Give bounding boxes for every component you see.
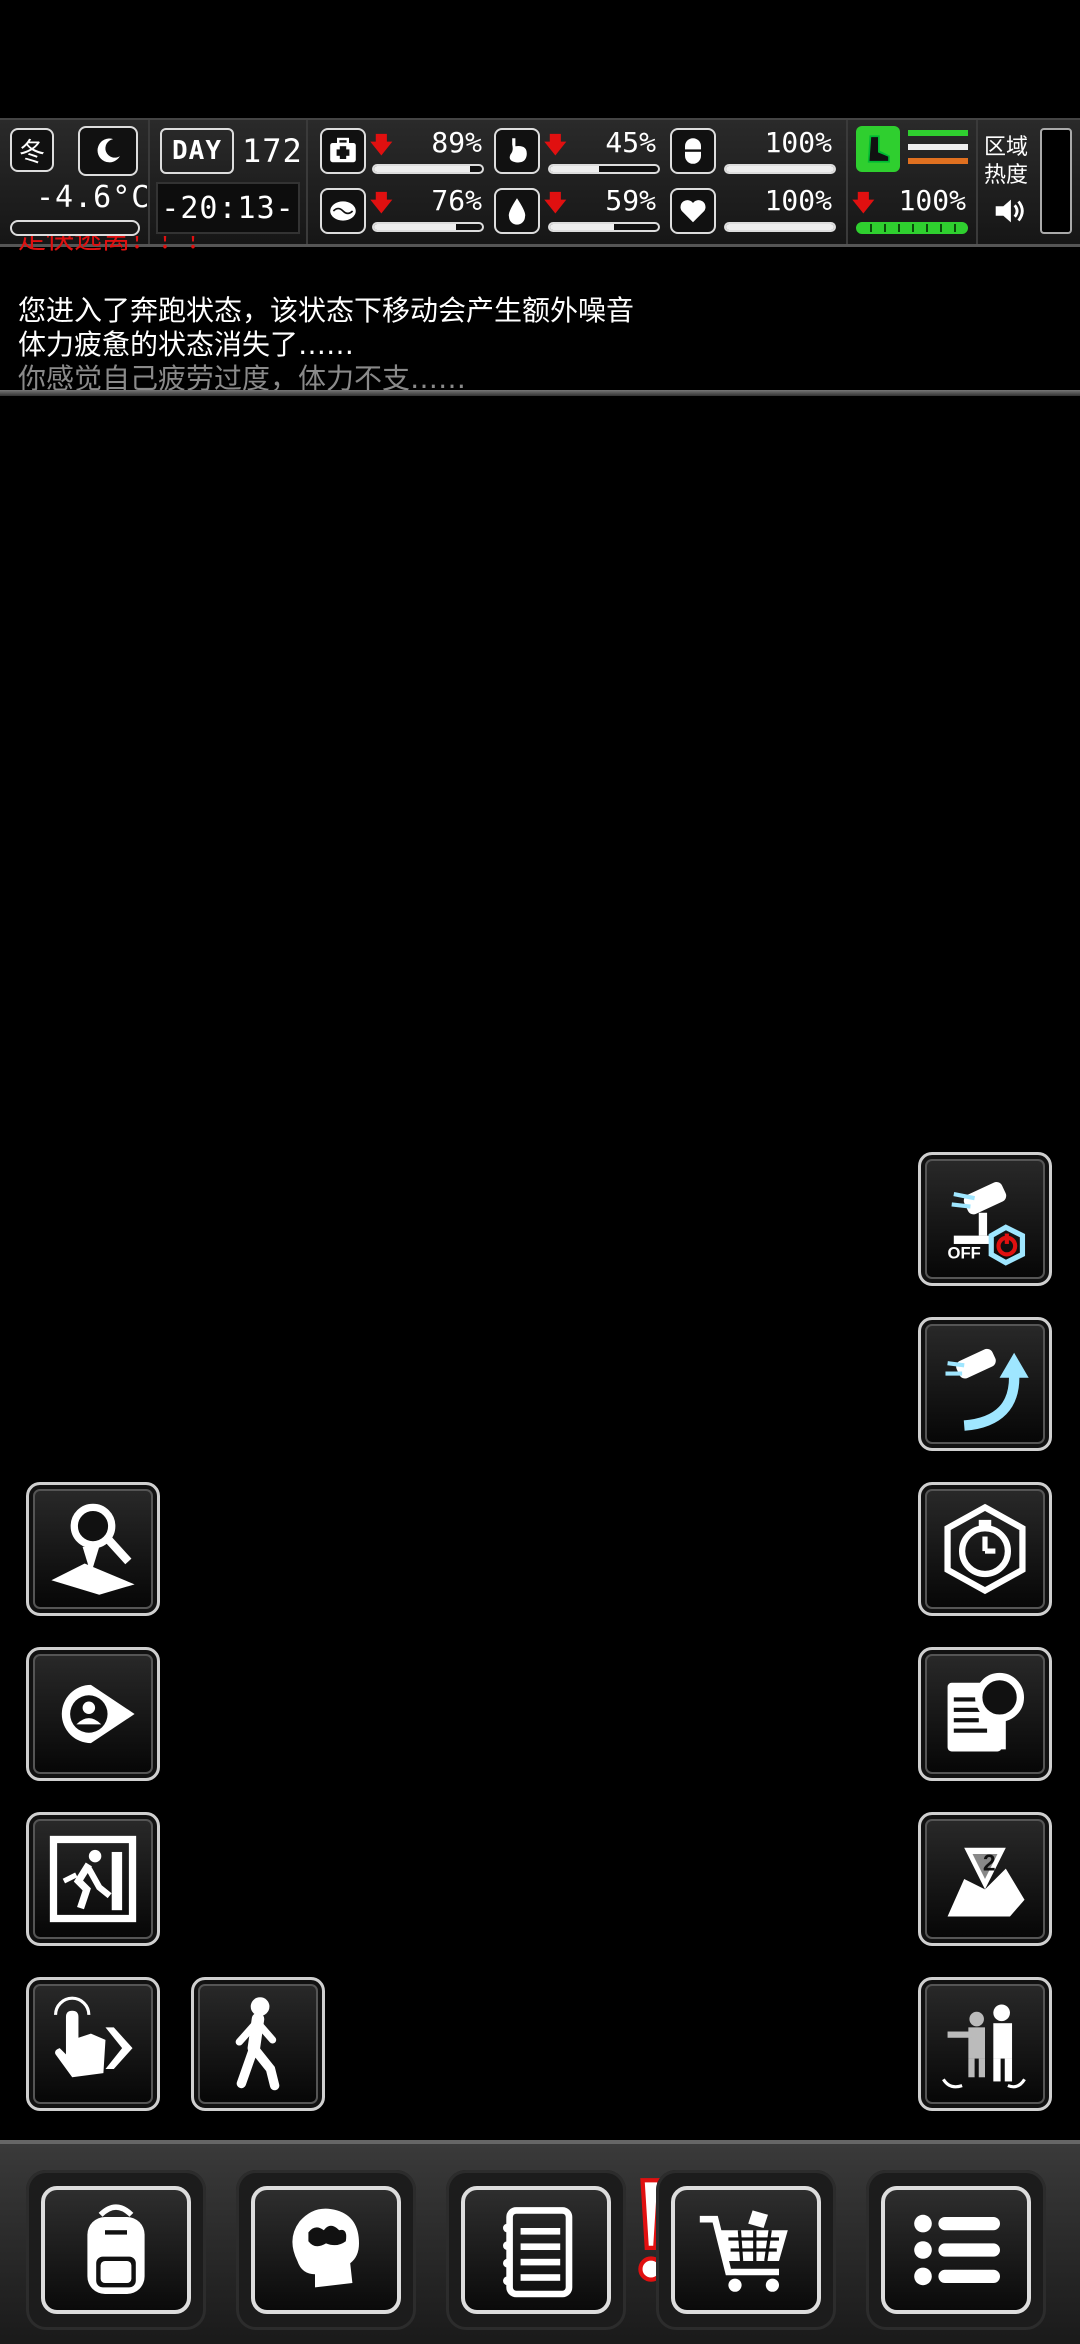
boot-icon [856,126,900,172]
temperature-readout: -4.6°C [36,180,151,215]
tab-skills[interactable] [236,2170,416,2330]
search-report-button[interactable] [918,1647,1052,1781]
notebook-icon [503,2207,573,2298]
charge-attack-button[interactable] [918,1317,1052,1451]
brain-status-icon [320,188,366,234]
attack-off-button[interactable]: OFF [918,1152,1052,1286]
pill-icon [670,128,716,174]
cart-icon [699,2210,788,2292]
day-badge: DAY [160,128,234,174]
stomach-icon [494,128,540,174]
sanity-bar [372,222,484,232]
hunger-value: 45% [605,126,656,159]
walk-icon [235,1997,280,2091]
status-hud: 冬 -4.6°C DAY 172 -20:13- 🡇 89% 🡇 76% 🡇 4… [0,118,1080,247]
health-value: 89% [431,126,482,159]
menu-icon [914,2214,1000,2286]
first-aid-icon [320,128,366,174]
health-bar [372,164,484,174]
locate-person-icon [61,1684,135,1744]
speaker-icon[interactable] [990,192,1028,234]
exit-icon [49,1835,137,1923]
day-number: 172 [242,132,303,170]
ally-swap-button[interactable] [918,1977,1052,2111]
backpack-icon [87,2204,145,2294]
timer-icon [944,1503,1026,1595]
time-readout: -20:13- [161,190,295,226]
journal-alert-icon [596,2176,664,2282]
water-drop-icon [494,188,540,234]
map-level-button[interactable]: 2 [918,1812,1052,1946]
message-log: 走快逃离！！！ 您进入了奔跑状态，该状态下移动会产生额外噪音 体力疲惫的状态消失… [18,236,1058,396]
attack-off-icon: OFF [948,1182,1026,1266]
hunger-bar [548,164,660,174]
stamina-stripes [908,130,968,164]
log-divider [0,390,1080,396]
search-area-button[interactable] [26,1482,160,1616]
search-area-icon [51,1503,135,1595]
thirst-value: 59% [605,184,656,217]
stamina-value: 100% [898,184,966,217]
svg-text:OFF: OFF [948,1244,981,1263]
heart-icon [670,188,716,234]
season-icon: 冬 [10,128,54,172]
log-line: 您进入了奔跑状态，该状态下移动会产生额外噪音 [18,294,635,327]
sanity-value: 76% [431,184,482,217]
zone-heat-meter [1040,128,1072,234]
walk-button[interactable] [191,1977,325,2111]
tap-next-icon [54,1996,133,2078]
zone-heat-label: 区域热度 [984,135,1029,188]
heart-value: 100% [764,184,832,217]
stamina-bar [856,222,968,234]
log-line: 体力疲惫的状态消失了…… [18,328,355,361]
exit-button[interactable] [26,1812,160,1946]
bottom-nav [0,2140,1080,2344]
moon-icon [78,126,138,176]
brain-icon [292,2208,359,2288]
heart-bar [724,222,836,232]
tap-next-button[interactable] [26,1977,160,2111]
time-box: -20:13- [156,182,300,234]
ally-swap-icon [942,2004,1026,2089]
tab-backpack[interactable] [26,2170,206,2330]
pill-bar [724,164,836,174]
charge-attack-icon [945,1348,1029,1431]
thermometer-bar [10,220,140,236]
season-label: 冬 [18,137,45,168]
svg-text:2: 2 [983,1850,996,1876]
map-level-icon: 2 [947,1847,1025,1917]
search-report-icon [947,1672,1024,1752]
pill-value: 100% [764,126,832,159]
tab-journal[interactable] [446,2170,664,2330]
locate-person-button[interactable] [26,1647,160,1781]
tab-menu[interactable] [866,2170,1046,2330]
day-label: DAY [172,136,222,166]
thirst-bar [548,222,660,232]
timer-button[interactable] [918,1482,1052,1616]
tab-shop[interactable] [656,2170,836,2330]
